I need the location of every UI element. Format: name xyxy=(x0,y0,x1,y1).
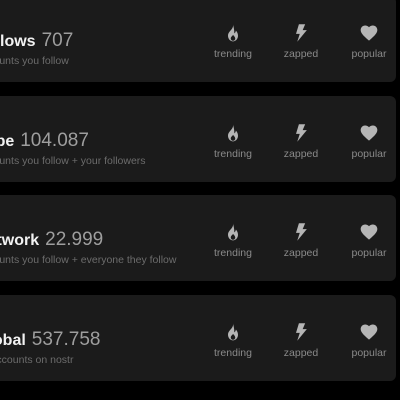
feed-count: 707 xyxy=(41,30,74,51)
heart-icon xyxy=(359,322,379,342)
feed-count: 22.999 xyxy=(45,229,104,250)
popular-label: popular xyxy=(351,48,387,60)
trending-button[interactable]: trending xyxy=(203,23,263,71)
popular-label: popular xyxy=(351,347,387,359)
lightning-bolt-icon xyxy=(291,222,311,242)
feed-card-follows[interactable]: Follows707 Accounts you follow trending … xyxy=(0,0,396,82)
trending-button[interactable]: trending xyxy=(203,222,263,270)
zapped-button[interactable]: zapped xyxy=(271,123,331,171)
lightning-bolt-icon xyxy=(291,23,311,43)
heart-icon xyxy=(359,23,379,43)
feed-title: Network 22.999 xyxy=(0,230,103,251)
feed-name: Tribe xyxy=(0,133,15,150)
zapped-button[interactable]: zapped xyxy=(271,222,331,270)
heart-icon xyxy=(359,123,379,143)
zapped-label: zapped xyxy=(283,148,319,160)
popular-label: popular xyxy=(351,247,387,259)
flame-icon xyxy=(223,322,243,342)
feed-card-network[interactable]: Network 22.999 Accounts you follow + ever… xyxy=(0,195,396,281)
flame-icon xyxy=(223,23,243,43)
feed-list: Follows707 Accounts you follow trending … xyxy=(0,0,400,400)
zapped-button[interactable]: zapped xyxy=(271,322,331,370)
popular-button[interactable]: popular xyxy=(339,23,399,71)
popular-button[interactable]: popular xyxy=(339,123,399,171)
feed-count: 104.087 xyxy=(20,130,89,151)
zapped-label: zapped xyxy=(283,48,319,60)
lightning-bolt-icon xyxy=(291,322,311,342)
feed-name: Global xyxy=(0,332,26,349)
popular-button[interactable]: popular xyxy=(339,322,399,370)
feed-name: Follows xyxy=(0,33,36,50)
trending-button[interactable]: trending xyxy=(203,322,263,370)
feed-name: Network xyxy=(0,232,40,249)
popular-label: popular xyxy=(351,148,387,160)
feed-title: Follows 707 xyxy=(0,31,73,52)
heart-icon xyxy=(359,222,379,242)
trending-label: trending xyxy=(214,347,252,359)
trending-button[interactable]: trending xyxy=(203,123,263,171)
zapped-label: zapped xyxy=(283,247,319,259)
feed-title: Tribe 104.087 xyxy=(0,131,89,152)
feed-card-tribe[interactable]: Tribe 104.087 Accounts you follow + your … xyxy=(0,96,396,182)
feed-description: Accounts you follow + your followers xyxy=(0,155,146,167)
popular-button[interactable]: popular xyxy=(339,222,399,270)
feed-description: Accounts you follow + everyone they foll… xyxy=(0,254,177,266)
flame-icon xyxy=(223,123,243,143)
zapped-label: zapped xyxy=(283,347,319,359)
trending-label: trending xyxy=(214,48,252,60)
trending-label: trending xyxy=(214,247,252,259)
feed-card-global[interactable]: Global 537.758 All accounts on nostr tren… xyxy=(0,295,396,381)
feed-description: All accounts on nostr xyxy=(0,354,74,366)
flame-icon xyxy=(223,222,243,242)
trending-label: trending xyxy=(214,148,252,160)
feed-title: Global 537.758 xyxy=(0,330,100,351)
zapped-button[interactable]: zapped xyxy=(271,23,331,71)
lightning-bolt-icon xyxy=(291,123,311,143)
feed-description: Accounts you follow xyxy=(0,55,69,67)
feed-count: 537.758 xyxy=(31,329,101,350)
